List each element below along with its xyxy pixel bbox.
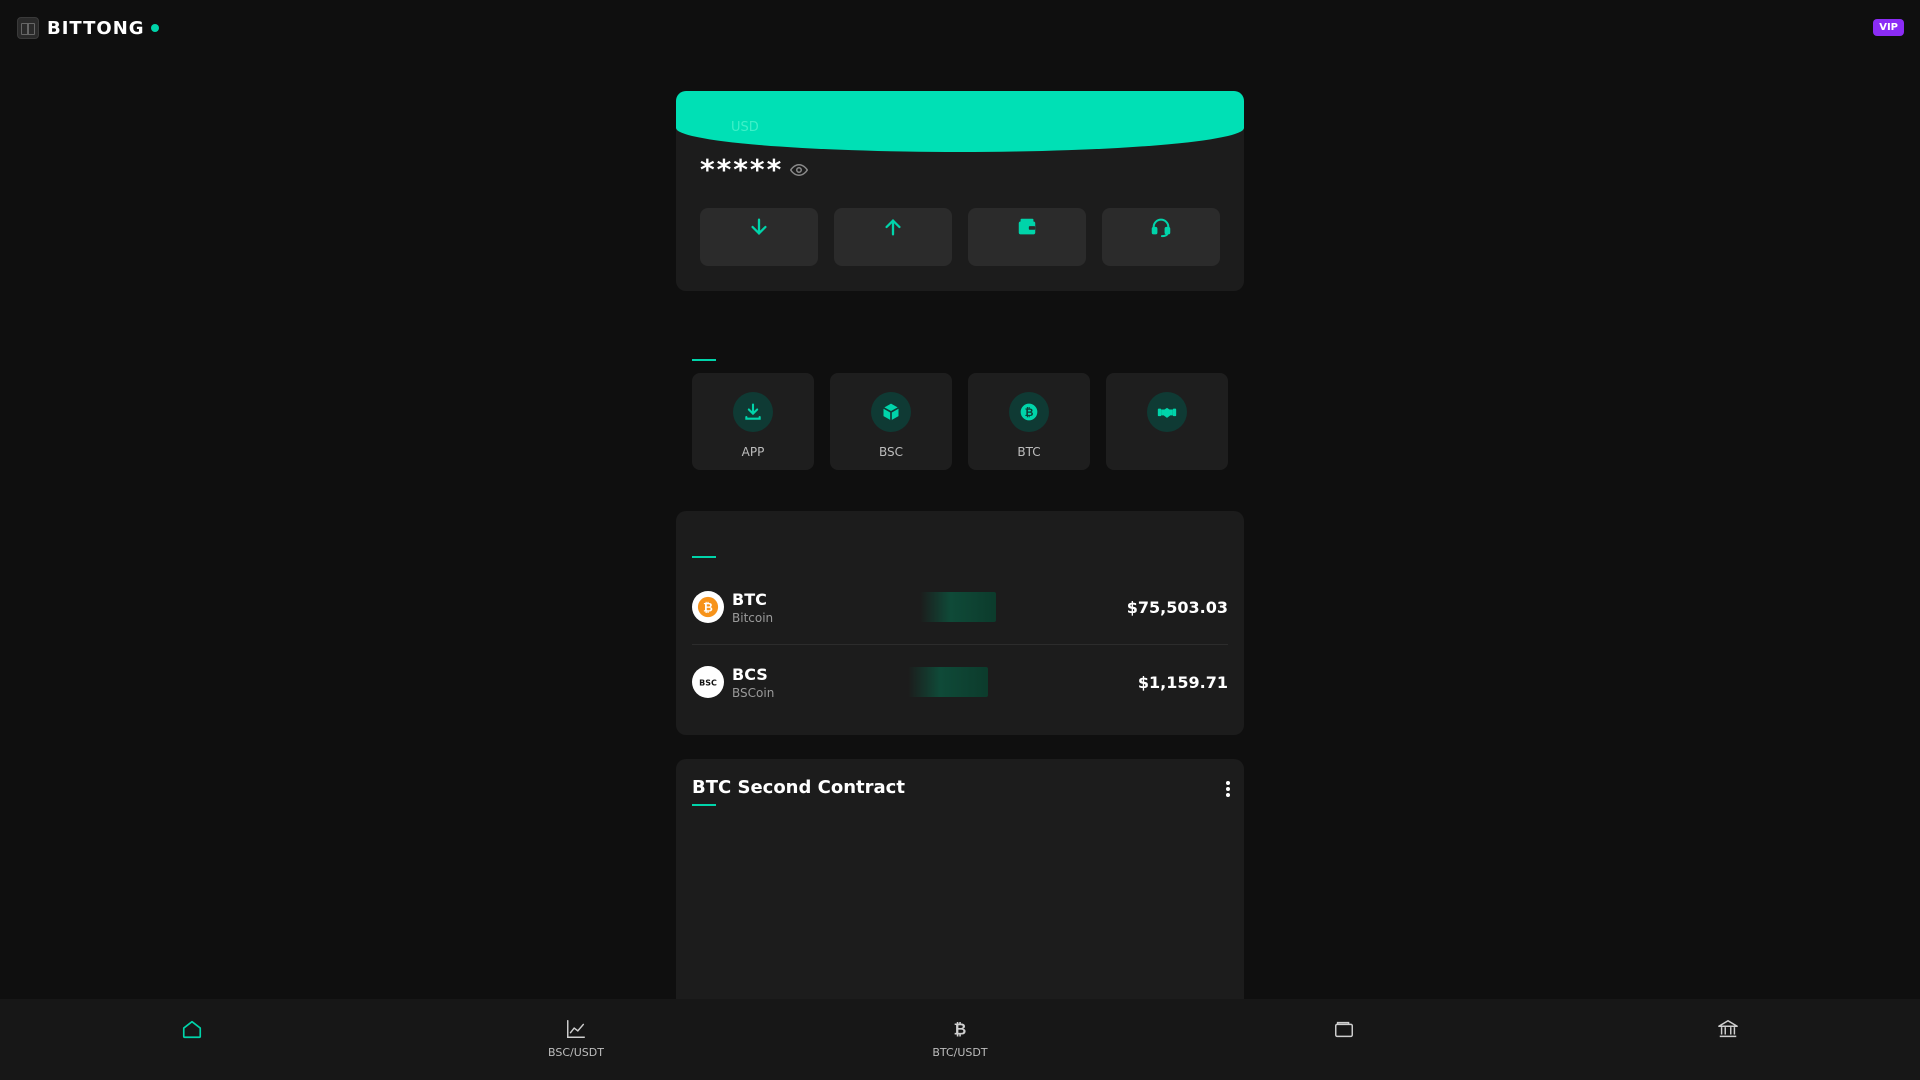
svg-text:₿: ₿ bbox=[1025, 406, 1034, 419]
coin-icon: ₿ bbox=[692, 591, 724, 623]
nav-bsc-usdt[interactable]: BSC/USDT bbox=[384, 999, 768, 1080]
market-card: ₿ BTC Bitcoin $75,503.03 BSC BCS BSCoin … bbox=[676, 511, 1244, 735]
contract-title: BTC Second Contract bbox=[692, 777, 905, 798]
nav-bank[interactable] bbox=[1536, 999, 1920, 1080]
quick-link-label: APP bbox=[741, 445, 765, 459]
sparkline bbox=[920, 592, 996, 622]
nav-wallet[interactable] bbox=[1152, 999, 1536, 1080]
quick-icon-wrap: ₿ bbox=[1009, 392, 1049, 432]
quick-icon-wrap bbox=[733, 392, 773, 432]
eye-icon[interactable] bbox=[790, 161, 808, 179]
row-divider bbox=[692, 644, 1228, 645]
bottom-nav: BSC/USDT ₿ BTC/USDT bbox=[0, 999, 1920, 1080]
brand[interactable]: BITTONG bbox=[17, 17, 159, 39]
coin-text: BCS BSCoin bbox=[732, 665, 774, 700]
brand-dot-icon bbox=[150, 24, 159, 32]
balance-card: USD ***** bbox=[676, 91, 1244, 291]
svg-text:₿: ₿ bbox=[703, 601, 713, 615]
quick-link-btc[interactable]: ₿ BTC bbox=[968, 373, 1090, 470]
headset-icon bbox=[1151, 218, 1171, 238]
chart-line-icon bbox=[567, 1020, 585, 1038]
nav-home[interactable] bbox=[0, 999, 384, 1080]
coin-symbol: BCS bbox=[732, 664, 768, 684]
balance-card-header bbox=[676, 91, 1244, 152]
download-icon bbox=[745, 403, 761, 420]
cube-icon bbox=[883, 403, 899, 421]
sparkline bbox=[908, 667, 988, 697]
home-icon bbox=[182, 1020, 202, 1039]
coin-icon: BSC bbox=[692, 666, 724, 698]
bsc-logo-text: BSC bbox=[699, 679, 717, 688]
balance-currency: USD bbox=[731, 120, 759, 135]
quick-link-label: BSC bbox=[878, 445, 904, 459]
quick-icon-wrap bbox=[1147, 392, 1187, 432]
bitcoin-icon: ₿ bbox=[697, 596, 719, 618]
section-accent-line bbox=[692, 556, 716, 558]
section-accent-line bbox=[692, 804, 716, 806]
contract-card: BTC Second Contract bbox=[676, 759, 1244, 999]
bitcoin-icon: ₿ bbox=[1020, 403, 1038, 421]
quick-link-bsc[interactable]: BSC bbox=[830, 373, 952, 470]
deposit-button[interactable] bbox=[700, 208, 818, 266]
coin-text: BTC Bitcoin bbox=[732, 590, 773, 625]
quick-links: APP BSC ₿ BTC bbox=[692, 373, 1228, 470]
market-row-btc[interactable]: ₿ BTC Bitcoin $75,503.03 bbox=[692, 578, 1228, 636]
balance-amount: ***** bbox=[700, 153, 784, 186]
withdraw-button[interactable] bbox=[834, 208, 952, 266]
quick-icon-wrap bbox=[871, 392, 911, 432]
coin-name: BSCoin bbox=[732, 685, 775, 700]
svg-text:₿: ₿ bbox=[954, 1021, 967, 1039]
quick-link-label: BTC bbox=[1017, 445, 1041, 459]
wallet-icon bbox=[1018, 218, 1036, 235]
market-row-bcs[interactable]: BSC BCS BSCoin $1,159.71 bbox=[692, 653, 1228, 711]
brand-logo-icon bbox=[17, 17, 39, 39]
quick-link-app[interactable]: APP bbox=[692, 373, 814, 470]
coin-price: $1,159.71 bbox=[1137, 672, 1228, 692]
handshake-icon bbox=[1157, 407, 1177, 418]
balance-actions bbox=[700, 208, 1220, 266]
more-options-icon[interactable] bbox=[1226, 781, 1230, 797]
vip-badge[interactable]: VIP bbox=[1873, 19, 1904, 36]
nav-label: BSC/USDT bbox=[548, 1046, 604, 1059]
wallet-icon bbox=[1335, 1021, 1353, 1038]
wallet-button[interactable] bbox=[968, 208, 1086, 266]
coin-price: $75,503.03 bbox=[1126, 597, 1228, 617]
arrow-up-icon bbox=[885, 218, 901, 236]
arrow-down-icon bbox=[751, 218, 767, 236]
bank-icon bbox=[1718, 1020, 1738, 1038]
coin-symbol: BTC bbox=[732, 589, 767, 609]
support-button[interactable] bbox=[1102, 208, 1220, 266]
brand-name: BITTONG bbox=[47, 17, 145, 39]
bsc-logo-icon: BSC bbox=[699, 679, 717, 688]
quick-link-partner[interactable] bbox=[1106, 373, 1228, 470]
section-accent-line bbox=[692, 359, 716, 361]
bitcoin-icon: ₿ bbox=[954, 1021, 967, 1039]
nav-btc-usdt[interactable]: ₿ BTC/USDT bbox=[768, 999, 1152, 1080]
nav-label: BTC/USDT bbox=[932, 1046, 988, 1059]
coin-name: Bitcoin bbox=[732, 610, 774, 625]
